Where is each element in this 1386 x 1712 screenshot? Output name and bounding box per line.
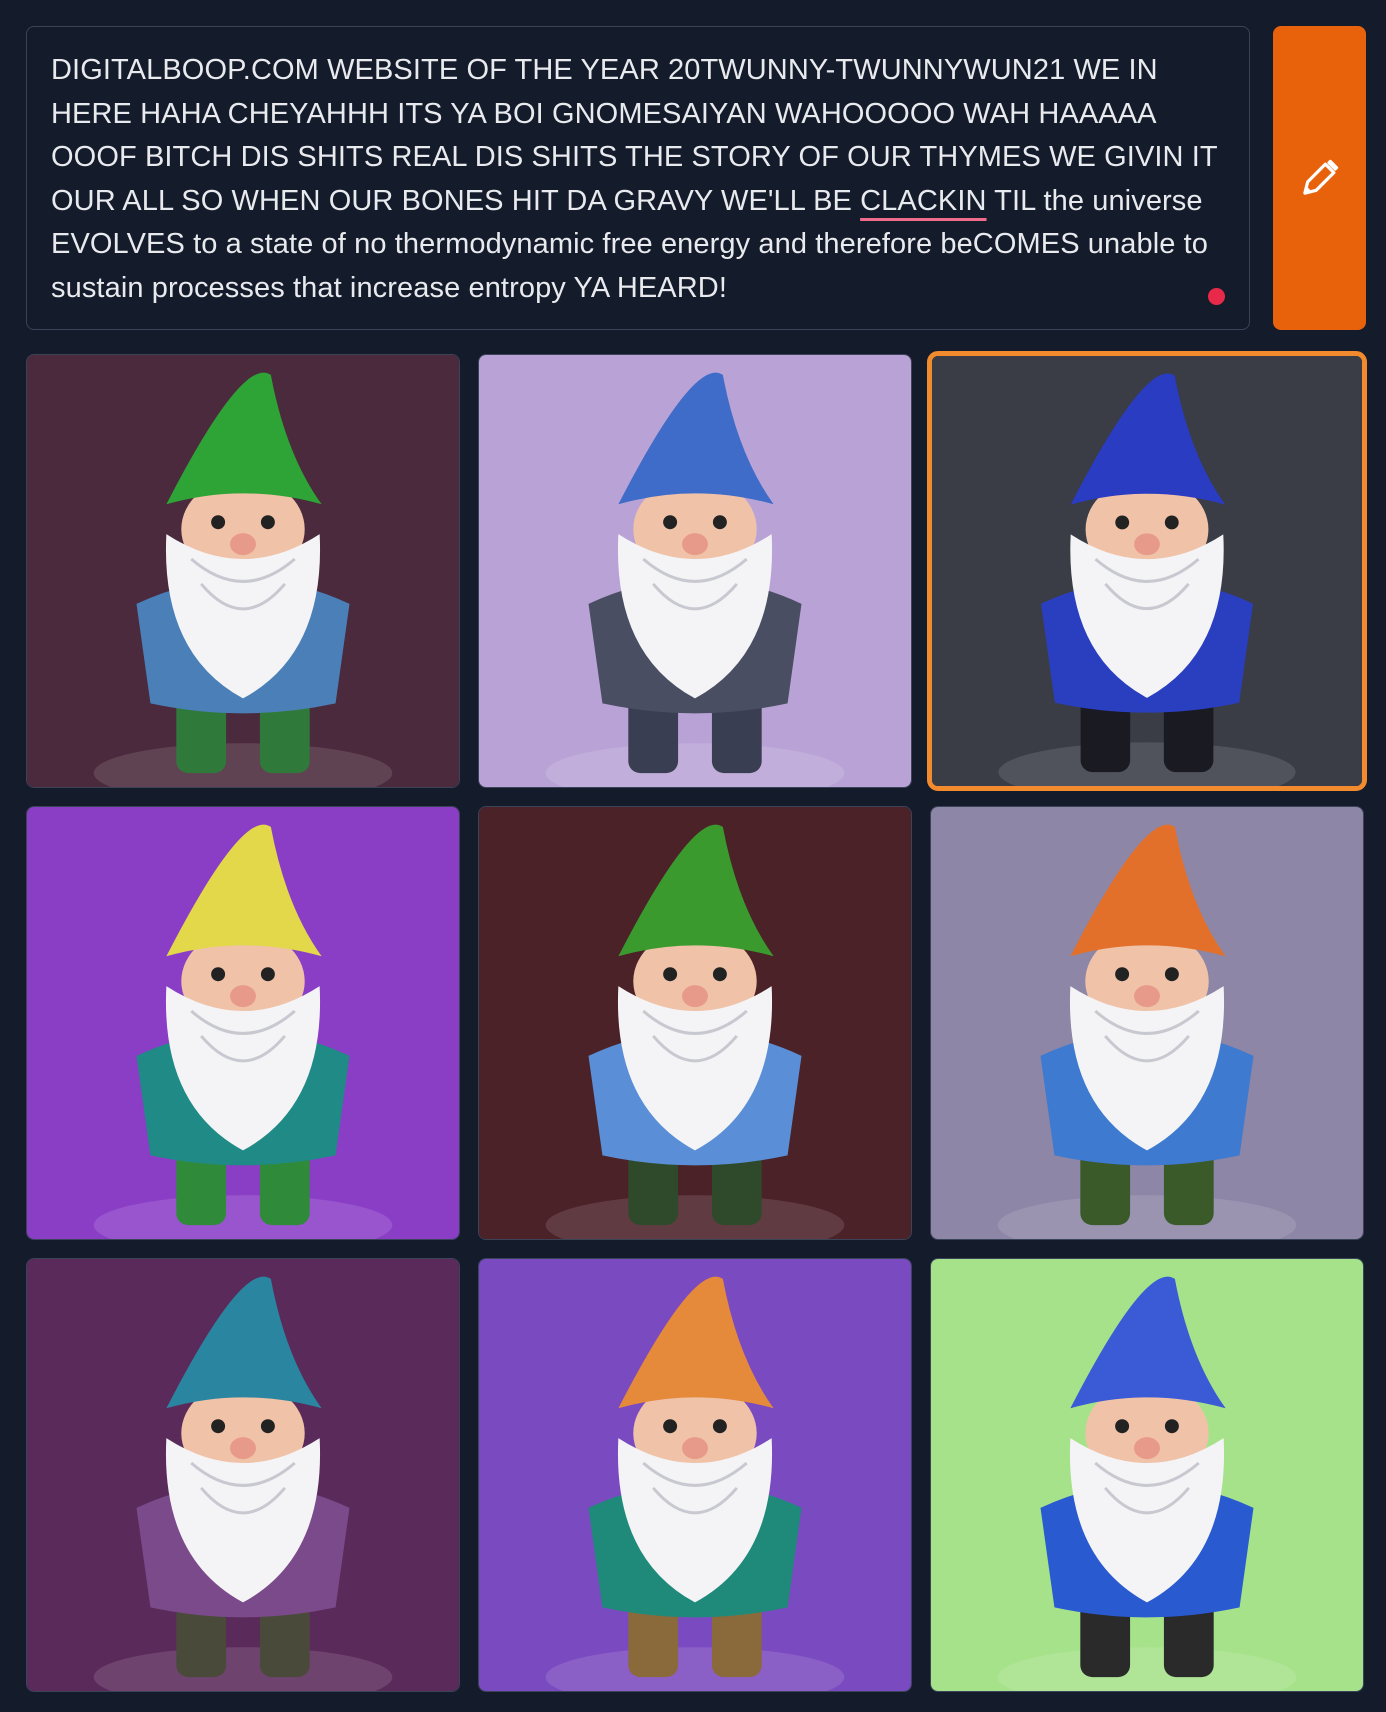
gnome-image-tile[interactable]: [927, 351, 1367, 791]
gnome-illustration: [479, 355, 911, 787]
gnome-illustration: [27, 807, 459, 1239]
gnome-illustration: [931, 807, 1363, 1239]
gnome-image-tile[interactable]: [478, 1258, 912, 1692]
gnome-image-tile[interactable]: [26, 1258, 460, 1692]
gnome-illustration: [27, 355, 459, 787]
gnome-image-tile[interactable]: [478, 354, 912, 788]
gnome-image-tile[interactable]: [930, 1258, 1364, 1692]
gnome-image-tile[interactable]: [478, 806, 912, 1240]
gnome-image-tile[interactable]: [26, 806, 460, 1240]
gnome-image-tile[interactable]: [930, 806, 1364, 1240]
gnome-illustration: [479, 1259, 911, 1691]
gnome-illustration: [27, 1259, 459, 1691]
image-grid: [0, 0, 1386, 1712]
gnome-illustration: [932, 356, 1362, 786]
gnome-illustration: [931, 1259, 1363, 1691]
gnome-image-tile[interactable]: [26, 354, 460, 788]
gnome-illustration: [479, 807, 911, 1239]
